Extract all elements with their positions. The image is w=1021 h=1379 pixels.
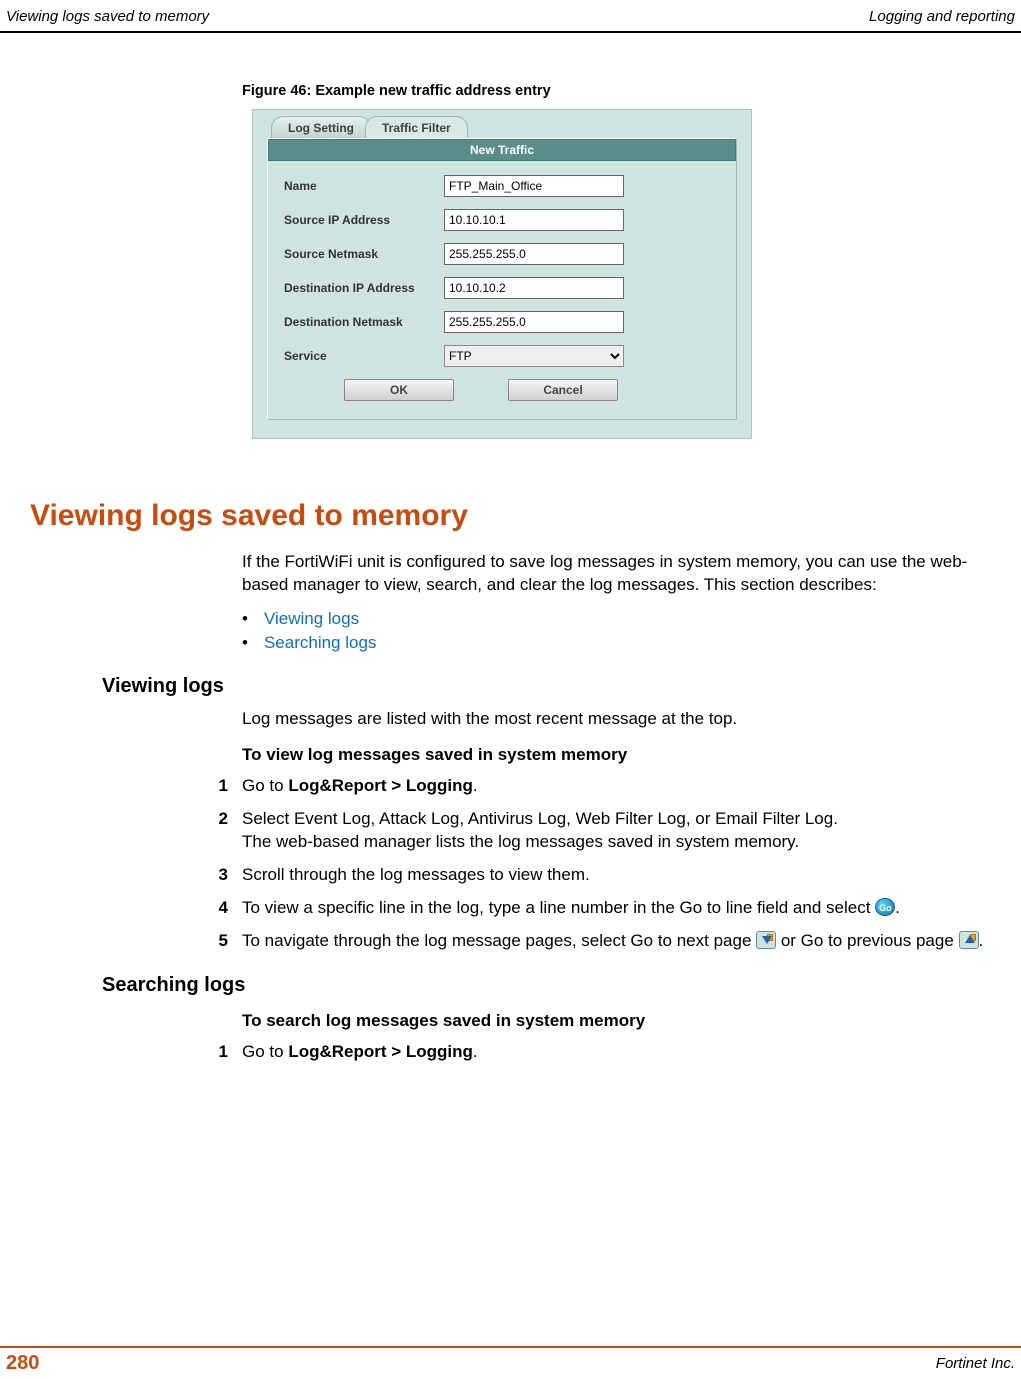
- figure-caption: Figure 46: Example new traffic address e…: [242, 83, 1009, 99]
- step-number: 4: [212, 897, 242, 920]
- panel-title: New Traffic: [268, 139, 736, 161]
- footer-company: Fortinet Inc.: [936, 1355, 1015, 1372]
- bullet-icon: •: [242, 609, 248, 629]
- step5-text-a: To navigate through the log message page…: [242, 931, 756, 950]
- step5-text-c: .: [979, 931, 984, 950]
- search-step1-c: .: [473, 1042, 478, 1061]
- section-heading: Viewing logs saved to memory: [30, 499, 1009, 533]
- link-searching-logs[interactable]: Searching logs: [264, 633, 376, 653]
- procedure-title-view: To view log messages saved in system mem…: [242, 745, 989, 765]
- step-number: 2: [212, 808, 242, 854]
- step1-text-c: .: [473, 776, 478, 795]
- intro-paragraph: If the FortiWiFi unit is configured to s…: [242, 551, 989, 597]
- step4-text-a: To view a specific line in the log, type…: [242, 898, 875, 917]
- input-srcmask[interactable]: [444, 243, 624, 265]
- input-srcip[interactable]: [444, 209, 624, 231]
- page-header: Viewing logs saved to memory Logging and…: [0, 0, 1021, 33]
- tab-log-setting[interactable]: Log Setting: [271, 116, 371, 138]
- subsection-searching-logs: Searching logs: [102, 974, 1009, 997]
- step-3: 3 Scroll through the log messages to vie…: [212, 864, 989, 887]
- tabs-row: Log Setting Traffic Filter: [253, 110, 751, 138]
- search-step-1: 1 Go to Log&Report > Logging.: [212, 1041, 989, 1064]
- go-icon: [875, 898, 895, 916]
- input-name[interactable]: [444, 175, 624, 197]
- step-2: 2 Select Event Log, Attack Log, Antiviru…: [212, 808, 989, 854]
- list-item: • Viewing logs: [242, 609, 1009, 629]
- header-left: Viewing logs saved to memory: [6, 8, 209, 25]
- page-number: 280: [6, 1352, 39, 1375]
- list-item: • Searching logs: [242, 633, 1009, 653]
- select-service[interactable]: FTP: [444, 345, 624, 367]
- bullet-icon: •: [242, 633, 248, 653]
- label-dstmask: Destination Netmask: [284, 315, 444, 329]
- bullet-list: • Viewing logs • Searching logs: [242, 609, 1009, 653]
- label-srcip: Source IP Address: [284, 213, 444, 227]
- step2-line2: The web-based manager lists the log mess…: [242, 831, 989, 854]
- step-number: 1: [212, 775, 242, 798]
- step-number: 1: [212, 1041, 242, 1064]
- label-srcmask: Source Netmask: [284, 247, 444, 261]
- search-step1-breadcrumb: Log&Report > Logging: [288, 1042, 473, 1061]
- step1-breadcrumb: Log&Report > Logging: [288, 776, 473, 795]
- ok-button[interactable]: OK: [344, 379, 454, 401]
- button-row: OK Cancel: [278, 373, 726, 407]
- input-dstmask[interactable]: [444, 311, 624, 333]
- tab-traffic-filter[interactable]: Traffic Filter: [365, 116, 468, 138]
- label-name: Name: [284, 179, 444, 193]
- label-service: Service: [284, 349, 444, 363]
- step-number: 5: [212, 930, 242, 953]
- field-srcip-row: Source IP Address: [278, 203, 726, 237]
- step-1: 1 Go to Log&Report > Logging.: [212, 775, 989, 798]
- step3-text: Scroll through the log messages to view …: [242, 864, 989, 887]
- next-page-icon: [756, 931, 776, 949]
- field-srcmask-row: Source Netmask: [278, 237, 726, 271]
- form-panel: New Traffic Name Source IP Address Sourc…: [267, 138, 737, 420]
- step-number: 3: [212, 864, 242, 887]
- page-content: Figure 46: Example new traffic address e…: [0, 33, 1021, 1064]
- step1-text-a: Go to: [242, 776, 288, 795]
- prev-page-icon: [959, 931, 979, 949]
- viewing-logs-p1: Log messages are listed with the most re…: [242, 708, 989, 731]
- field-name-row: Name: [278, 169, 726, 203]
- field-dstip-row: Destination IP Address: [278, 271, 726, 305]
- link-viewing-logs[interactable]: Viewing logs: [264, 609, 359, 629]
- header-right: Logging and reporting: [869, 8, 1015, 25]
- search-step1-a: Go to: [242, 1042, 288, 1061]
- cancel-button[interactable]: Cancel: [508, 379, 618, 401]
- step-5: 5 To navigate through the log message pa…: [212, 930, 989, 953]
- label-dstip: Destination IP Address: [284, 281, 444, 295]
- field-dstmask-row: Destination Netmask: [278, 305, 726, 339]
- procedure-title-search: To search log messages saved in system m…: [242, 1011, 989, 1031]
- step5-text-b: or Go to previous page: [776, 931, 958, 950]
- step4-text-b: .: [895, 898, 900, 917]
- page-footer: 280 Fortinet Inc.: [0, 1346, 1021, 1379]
- subsection-viewing-logs: Viewing logs: [102, 675, 1009, 698]
- input-dstip[interactable]: [444, 277, 624, 299]
- embedded-ui-screenshot: Log Setting Traffic Filter New Traffic N…: [252, 109, 752, 439]
- step-4: 4 To view a specific line in the log, ty…: [212, 897, 989, 920]
- field-service-row: Service FTP: [278, 339, 726, 373]
- step2-line1: Select Event Log, Attack Log, Antivirus …: [242, 808, 989, 831]
